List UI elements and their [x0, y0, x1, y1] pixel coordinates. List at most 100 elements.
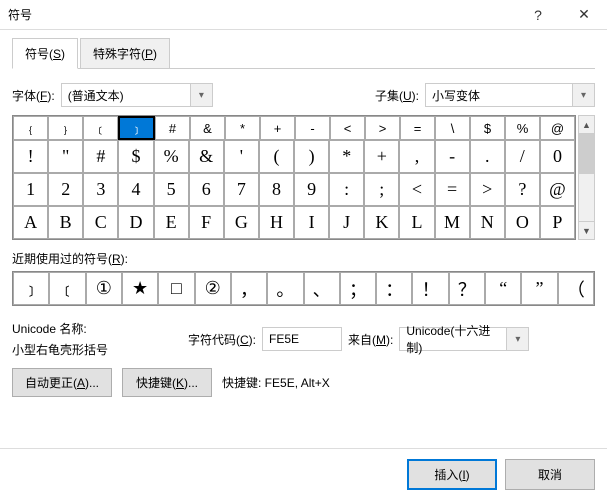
symbol-cell[interactable]: 9: [294, 173, 329, 206]
symbol-cell[interactable]: ，: [231, 272, 267, 305]
symbol-cell[interactable]: +: [260, 116, 295, 140]
symbol-cell[interactable]: 1: [13, 173, 48, 206]
symbol-cell[interactable]: ): [294, 140, 329, 173]
autocorrect-button[interactable]: 自动更正(A)...: [12, 368, 112, 397]
symbol-cell[interactable]: K: [364, 206, 399, 239]
symbol-cell[interactable]: I: [294, 206, 329, 239]
cancel-button[interactable]: 取消: [505, 459, 595, 490]
symbol-cell[interactable]: M: [435, 206, 470, 239]
symbol-cell[interactable]: *: [225, 116, 260, 140]
symbol-cell[interactable]: #: [83, 140, 118, 173]
symbol-cell[interactable]: ！: [412, 272, 448, 305]
symbol-cell[interactable]: :: [329, 173, 364, 206]
scroll-down-icon[interactable]: ▼: [579, 221, 594, 239]
symbol-cell[interactable]: N: [470, 206, 505, 239]
symbol-cell[interactable]: $: [470, 116, 505, 140]
from-select[interactable]: Unicode(十六进制) ▾: [399, 327, 529, 351]
symbol-cell[interactable]: >: [365, 116, 400, 140]
symbol-cell[interactable]: A: [13, 206, 48, 239]
symbol-cell[interactable]: 0: [540, 140, 575, 173]
symbol-cell[interactable]: *: [329, 140, 364, 173]
symbol-cell[interactable]: 2: [48, 173, 83, 206]
symbol-cell[interactable]: ②: [195, 272, 231, 305]
symbol-cell[interactable]: <: [399, 173, 434, 206]
chevron-down-icon[interactable]: ▾: [506, 328, 528, 350]
symbol-cell[interactable]: &: [190, 116, 225, 140]
symbol-cell[interactable]: 6: [189, 173, 224, 206]
scroll-thumb[interactable]: [579, 134, 594, 174]
subset-select[interactable]: 小写变体 ▾: [425, 83, 595, 107]
symbol-cell[interactable]: !: [13, 140, 48, 173]
symbol-cell[interactable]: ": [48, 140, 83, 173]
shortcut-button[interactable]: 快捷键(K)...: [122, 368, 212, 397]
symbol-cell[interactable]: 3: [83, 173, 118, 206]
symbol-cell[interactable]: .: [470, 140, 505, 173]
symbol-cell[interactable]: D: [118, 206, 153, 239]
insert-button[interactable]: 插入(I): [407, 459, 497, 490]
symbol-cell[interactable]: ;: [364, 173, 399, 206]
symbol-cell[interactable]: ﹞: [118, 116, 155, 140]
symbol-cell[interactable]: >: [470, 173, 505, 206]
symbol-cell[interactable]: □: [158, 272, 194, 305]
symbol-cell[interactable]: /: [505, 140, 540, 173]
code-input[interactable]: FE5E: [262, 327, 342, 351]
chevron-down-icon[interactable]: ▾: [572, 84, 594, 106]
symbol-cell[interactable]: G: [224, 206, 259, 239]
symbol-cell[interactable]: ': [224, 140, 259, 173]
tab-special[interactable]: 特殊字符(P): [80, 38, 170, 69]
scroll-up-icon[interactable]: ▲: [579, 116, 594, 134]
symbol-cell[interactable]: ：: [376, 272, 412, 305]
symbol-cell[interactable]: @: [540, 116, 575, 140]
symbol-cell[interactable]: #: [155, 116, 190, 140]
symbol-cell[interactable]: %: [505, 116, 540, 140]
symbol-cell[interactable]: =: [435, 173, 470, 206]
symbol-cell[interactable]: 8: [259, 173, 294, 206]
symbol-cell[interactable]: L: [399, 206, 434, 239]
symbol-cell[interactable]: ﹛: [13, 116, 48, 140]
symbol-cell[interactable]: \: [435, 116, 470, 140]
symbol-cell[interactable]: P: [540, 206, 575, 239]
symbol-cell[interactable]: &: [189, 140, 224, 173]
symbol-cell[interactable]: <: [330, 116, 365, 140]
symbol-cell[interactable]: O: [505, 206, 540, 239]
symbol-cell[interactable]: E: [154, 206, 189, 239]
symbol-cell[interactable]: 5: [154, 173, 189, 206]
symbol-cell[interactable]: ?: [505, 173, 540, 206]
close-button[interactable]: ✕: [561, 0, 607, 30]
symbol-cell[interactable]: “: [485, 272, 521, 305]
font-label: 字体(F):: [12, 87, 55, 104]
symbol-cell[interactable]: ”: [521, 272, 557, 305]
symbol-cell[interactable]: C: [83, 206, 118, 239]
symbol-cell[interactable]: 4: [118, 173, 153, 206]
font-select[interactable]: (普通文本) ▾: [61, 83, 213, 107]
symbol-cell[interactable]: ；: [340, 272, 376, 305]
symbol-cell[interactable]: J: [329, 206, 364, 239]
symbol-cell[interactable]: -: [295, 116, 330, 140]
symbol-cell[interactable]: ﹞: [13, 272, 49, 305]
symbol-cell[interactable]: %: [154, 140, 189, 173]
symbol-cell[interactable]: ﹜: [48, 116, 83, 140]
symbol-cell[interactable]: H: [259, 206, 294, 239]
symbol-cell[interactable]: （: [558, 272, 594, 305]
symbol-cell[interactable]: -: [435, 140, 470, 173]
grid-scrollbar[interactable]: ▲ ▼: [578, 115, 595, 240]
chevron-down-icon[interactable]: ▾: [190, 84, 212, 106]
help-button[interactable]: ?: [515, 0, 561, 30]
symbol-cell[interactable]: 、: [304, 272, 340, 305]
symbol-cell[interactable]: =: [400, 116, 435, 140]
symbol-cell[interactable]: ①: [86, 272, 122, 305]
symbol-cell[interactable]: ★: [122, 272, 158, 305]
symbol-cell[interactable]: (: [259, 140, 294, 173]
symbol-cell[interactable]: ,: [399, 140, 434, 173]
symbol-cell[interactable]: 。: [267, 272, 303, 305]
symbol-cell[interactable]: $: [118, 140, 153, 173]
symbol-cell[interactable]: 7: [224, 173, 259, 206]
symbol-cell[interactable]: B: [48, 206, 83, 239]
symbol-cell[interactable]: ﹝: [49, 272, 85, 305]
symbol-cell[interactable]: ？: [449, 272, 485, 305]
symbol-cell[interactable]: @: [540, 173, 575, 206]
symbol-cell[interactable]: F: [189, 206, 224, 239]
tab-symbols[interactable]: 符号(S): [12, 38, 78, 69]
symbol-cell[interactable]: ﹝: [83, 116, 118, 140]
symbol-cell[interactable]: +: [364, 140, 399, 173]
